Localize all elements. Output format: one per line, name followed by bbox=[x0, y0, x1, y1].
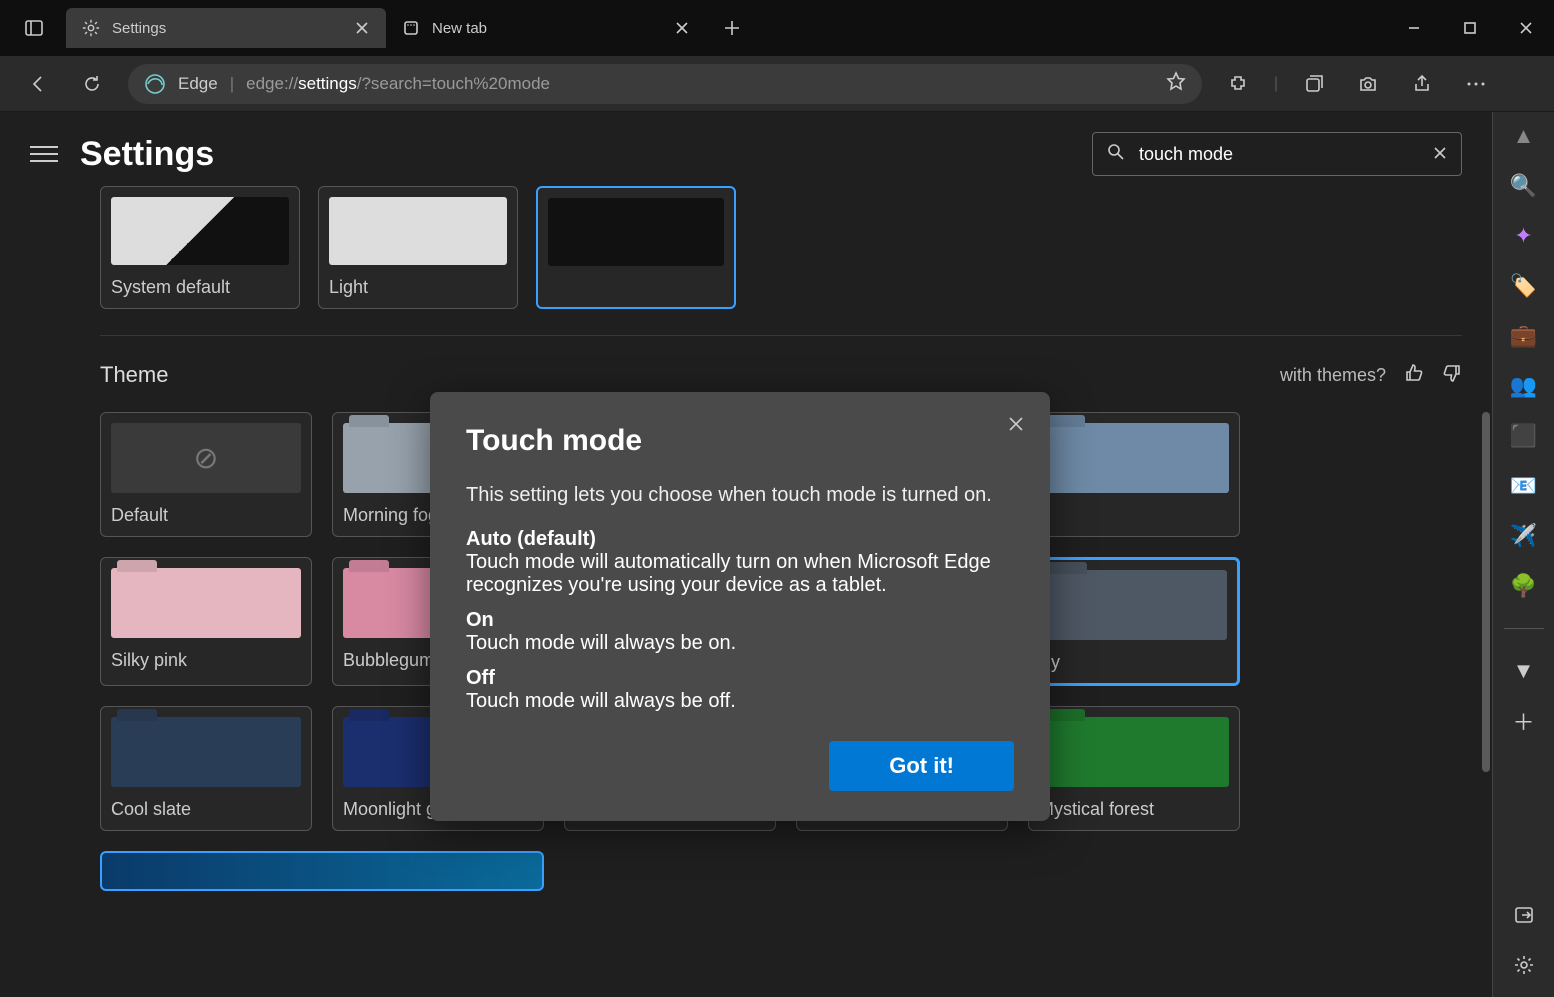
theme-swatch: ⊘ bbox=[111, 423, 301, 493]
address-separator: | bbox=[230, 74, 234, 94]
theme-label: Default bbox=[111, 505, 301, 526]
sidebar-settings-button[interactable] bbox=[1510, 951, 1538, 979]
address-bar[interactable]: Edge | edge://settings/?search=touch%20m… bbox=[128, 64, 1202, 104]
theme-swatch bbox=[1039, 717, 1229, 787]
theme-card[interactable]: ny bbox=[1028, 557, 1240, 686]
theme-swatch bbox=[1041, 570, 1227, 640]
close-window-button[interactable] bbox=[1498, 8, 1554, 48]
share-button[interactable] bbox=[1404, 66, 1440, 102]
divider bbox=[100, 335, 1462, 336]
theme-label: Cool slate bbox=[111, 799, 301, 820]
office-icon[interactable]: ⬛ bbox=[1510, 422, 1538, 450]
address-product: Edge bbox=[178, 74, 218, 94]
dialog-intro: This setting lets you choose when touch … bbox=[466, 480, 1014, 510]
content: Settings System default Light bbox=[0, 112, 1554, 997]
appearance-preview bbox=[548, 198, 724, 266]
collections-button[interactable] bbox=[1296, 66, 1332, 102]
theme-card[interactable]: Cool slate bbox=[100, 706, 312, 831]
sidebar-up-icon[interactable]: ▲ bbox=[1510, 122, 1538, 150]
extensions-button[interactable] bbox=[1220, 66, 1256, 102]
appearance-card-dark[interactable] bbox=[536, 186, 736, 309]
sidebar-divider bbox=[1504, 628, 1544, 629]
theme-label: Silky pink bbox=[111, 650, 301, 671]
main-pane: Settings System default Light bbox=[0, 112, 1492, 997]
window-controls bbox=[1386, 8, 1554, 48]
sparkle-icon[interactable]: ✦ bbox=[1510, 222, 1538, 250]
tab-actions-button[interactable] bbox=[16, 10, 52, 46]
send-icon[interactable]: ✈️ bbox=[1510, 522, 1538, 550]
appearance-card-system[interactable]: System default bbox=[100, 186, 300, 309]
theme-swatch bbox=[1039, 423, 1229, 493]
appearance-label: Light bbox=[329, 277, 507, 298]
tab-settings[interactable]: Settings bbox=[66, 8, 386, 48]
tab-close-button[interactable] bbox=[350, 16, 374, 40]
dialog-option-off: Off Touch mode will always be off. bbox=[466, 667, 1014, 713]
gear-icon bbox=[82, 19, 100, 37]
appearance-preview bbox=[111, 197, 289, 265]
appearance-label: System default bbox=[111, 277, 289, 298]
search-sparkle-icon[interactable]: 🔍 bbox=[1510, 172, 1538, 200]
appearance-card-light[interactable]: Light bbox=[318, 186, 518, 309]
gotit-button[interactable]: Got it! bbox=[829, 741, 1014, 791]
theme-card[interactable]: Mystical forest bbox=[1028, 706, 1240, 831]
theme-label: ny bbox=[1041, 652, 1227, 673]
address-url: edge://settings/?search=touch%20mode bbox=[246, 74, 1154, 94]
new-tab-button[interactable] bbox=[714, 10, 750, 46]
appearance-preview bbox=[329, 197, 507, 265]
titlebar: Settings New tab bbox=[0, 0, 1554, 56]
tab-close-button[interactable] bbox=[670, 16, 694, 40]
briefcase-icon[interactable]: 💼 bbox=[1510, 322, 1538, 350]
theme-header: Theme with themes? bbox=[100, 362, 1462, 388]
theme-feedback: with themes? bbox=[1280, 363, 1462, 388]
screenshot-button[interactable] bbox=[1350, 66, 1386, 102]
back-button[interactable] bbox=[20, 66, 56, 102]
people-icon[interactable]: 👥 bbox=[1510, 372, 1538, 400]
dialog-close-button[interactable] bbox=[1002, 410, 1030, 438]
tag-icon[interactable]: 🏷️ bbox=[1510, 272, 1538, 300]
theme-card[interactable] bbox=[1028, 412, 1240, 537]
dialog-option-on: On Touch mode will always be on. bbox=[466, 609, 1014, 655]
refresh-button[interactable] bbox=[74, 66, 110, 102]
theme-swatch bbox=[111, 717, 301, 787]
sidebar-collapse-button[interactable] bbox=[1510, 901, 1538, 929]
dialog-option-auto: Auto (default) Touch mode will automatic… bbox=[466, 528, 1014, 597]
theme-swatch bbox=[111, 568, 301, 638]
outlook-icon[interactable]: 📧 bbox=[1510, 472, 1538, 500]
edge-icon bbox=[144, 73, 166, 95]
maximize-button[interactable] bbox=[1442, 8, 1498, 48]
tab-title: New tab bbox=[432, 20, 487, 37]
settings-header: Settings bbox=[0, 112, 1492, 196]
sidebar-add-button[interactable]: ＋ bbox=[1510, 707, 1538, 735]
page-title: Settings bbox=[80, 135, 214, 174]
minimize-button[interactable] bbox=[1386, 8, 1442, 48]
tree-icon[interactable]: 🌳 bbox=[1510, 572, 1538, 600]
sidebar: ▲ 🔍 ✦ 🏷️ 💼 👥 ⬛ 📧 ✈️ 🌳 ▼ ＋ bbox=[1492, 112, 1554, 997]
more-button[interactable] bbox=[1458, 66, 1494, 102]
touch-mode-dialog: Touch mode This setting lets you choose … bbox=[430, 392, 1050, 821]
dialog-title: Touch mode bbox=[466, 424, 1014, 458]
sidebar-down-icon[interactable]: ▼ bbox=[1510, 657, 1538, 685]
theme-label: Mystical forest bbox=[1039, 799, 1229, 820]
settings-search[interactable] bbox=[1092, 132, 1462, 176]
theme-card-custom[interactable] bbox=[100, 851, 544, 891]
page-icon bbox=[402, 19, 420, 37]
search-icon bbox=[1107, 143, 1125, 166]
appearance-row: System default Light bbox=[100, 186, 1462, 309]
theme-card[interactable]: Silky pink bbox=[100, 557, 312, 686]
scrollbar-thumb[interactable] bbox=[1482, 412, 1490, 772]
scrollbar[interactable] bbox=[1480, 182, 1490, 862]
theme-card[interactable]: ⊘ Default bbox=[100, 412, 312, 537]
thumbs-up-icon[interactable] bbox=[1404, 363, 1424, 388]
clear-search-button[interactable] bbox=[1433, 144, 1447, 165]
tab-title: Settings bbox=[112, 20, 166, 37]
settings-menu-button[interactable] bbox=[30, 140, 58, 168]
favorite-icon[interactable] bbox=[1166, 71, 1186, 96]
toolbar: Edge | edge://settings/?search=touch%20m… bbox=[0, 56, 1554, 112]
thumbs-down-icon[interactable] bbox=[1442, 363, 1462, 388]
feedback-text: with themes? bbox=[1280, 365, 1386, 386]
settings-search-input[interactable] bbox=[1139, 144, 1419, 165]
tab-newtab[interactable]: New tab bbox=[386, 8, 706, 48]
section-title: Theme bbox=[100, 362, 168, 388]
